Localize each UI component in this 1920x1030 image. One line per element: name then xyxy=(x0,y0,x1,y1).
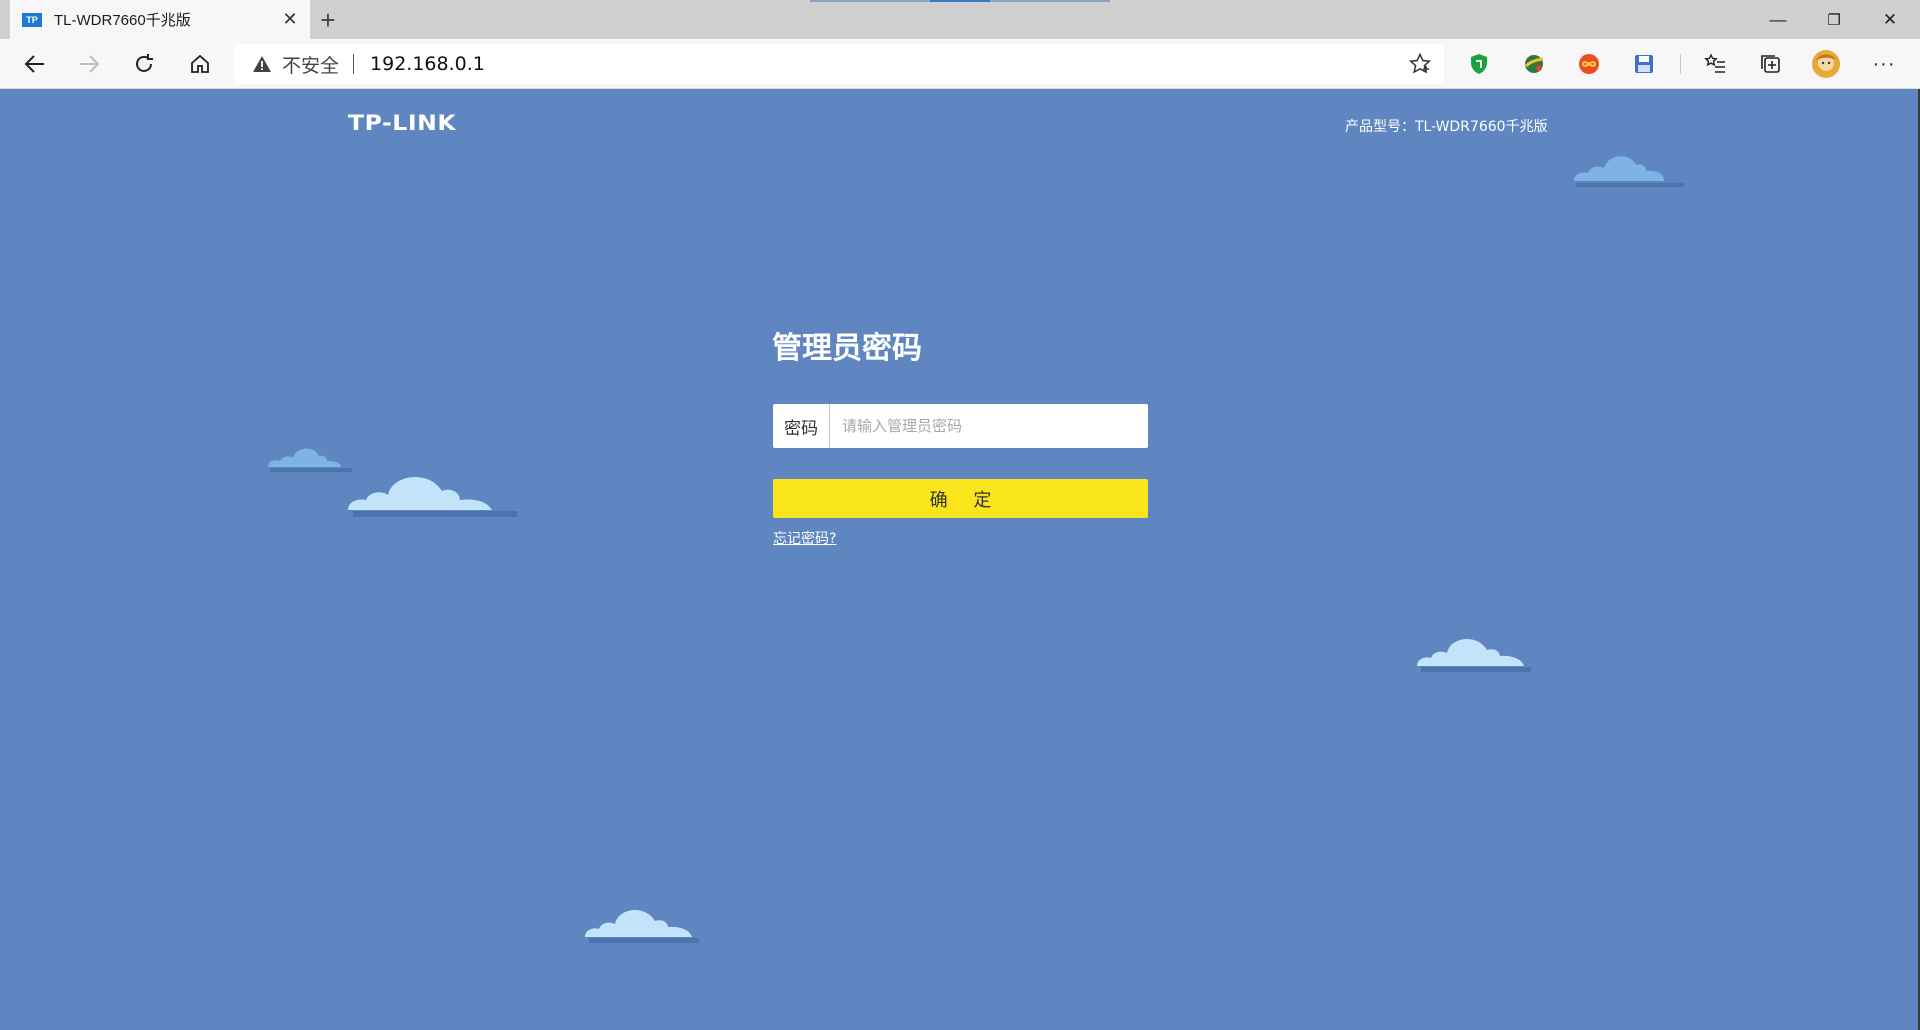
infinity-extension-icon[interactable] xyxy=(1574,49,1604,79)
tp-link-logo: TP-LINK xyxy=(348,111,457,135)
favorites-list-icon[interactable] xyxy=(1700,49,1730,79)
forward-arrow-icon[interactable] xyxy=(69,44,109,84)
confirm-button[interactable]: 确 定 xyxy=(773,479,1148,518)
window-close-button[interactable]: ✕ xyxy=(1862,0,1918,39)
favorite-star-icon[interactable] xyxy=(1408,52,1432,76)
restore-button[interactable]: ❐ xyxy=(1806,0,1862,39)
password-field-row: 密码 xyxy=(773,404,1148,448)
collections-icon[interactable] xyxy=(1756,49,1786,79)
globe-extension-icon[interactable] xyxy=(1519,49,1549,79)
shield-extension-icon[interactable] xyxy=(1464,49,1494,79)
more-menu-icon[interactable]: ··· xyxy=(1869,49,1899,79)
refresh-icon[interactable] xyxy=(124,44,164,84)
warning-icon[interactable] xyxy=(252,54,272,74)
tab-indicator-active xyxy=(930,0,990,2)
cloud-icon xyxy=(1417,638,1531,672)
tab-strip: TP TL-WDR7660千兆版 ✕ + — ❐ ✕ xyxy=(0,0,1920,39)
browser-toolbar: 不安全 192.168.0.1 ··· xyxy=(0,39,1920,89)
home-icon[interactable] xyxy=(180,44,220,84)
profile-avatar-icon[interactable] xyxy=(1811,49,1841,79)
tp-link-favicon-icon: TP xyxy=(22,12,42,27)
product-model-label: 产品型号：TL-WDR7660千兆版 xyxy=(1345,119,1548,135)
tab-indicator xyxy=(810,0,930,2)
login-title: 管理员密码 xyxy=(772,331,922,366)
address-separator xyxy=(353,54,355,74)
forgot-password-link[interactable]: 忘记密码? xyxy=(773,528,836,548)
cloud-icon xyxy=(1574,156,1684,187)
tab-title: TL-WDR7660千兆版 xyxy=(54,12,191,29)
tab-indicator xyxy=(990,0,1110,2)
password-input[interactable] xyxy=(830,404,1148,448)
password-label: 密码 xyxy=(773,404,830,448)
tab-close-icon[interactable]: ✕ xyxy=(270,9,310,30)
router-login-page: TP-LINK 产品型号：TL-WDR7660千兆版 管理员密码 密码 确 定 … xyxy=(0,89,1920,1030)
cloud-icon xyxy=(585,909,699,943)
active-tab[interactable]: TP TL-WDR7660千兆版 ✕ xyxy=(10,0,310,39)
minimize-button[interactable]: — xyxy=(1750,0,1806,39)
back-arrow-icon[interactable] xyxy=(15,44,55,84)
url-text[interactable]: 192.168.0.1 xyxy=(370,53,485,75)
address-bar[interactable]: 不安全 192.168.0.1 xyxy=(234,44,1444,84)
save-extension-icon[interactable] xyxy=(1629,49,1659,79)
cloud-icon xyxy=(268,448,352,472)
cloud-icon xyxy=(348,477,517,517)
toolbar-divider xyxy=(1680,54,1681,74)
new-tab-button[interactable]: + xyxy=(312,4,344,36)
security-label[interactable]: 不安全 xyxy=(282,51,339,78)
